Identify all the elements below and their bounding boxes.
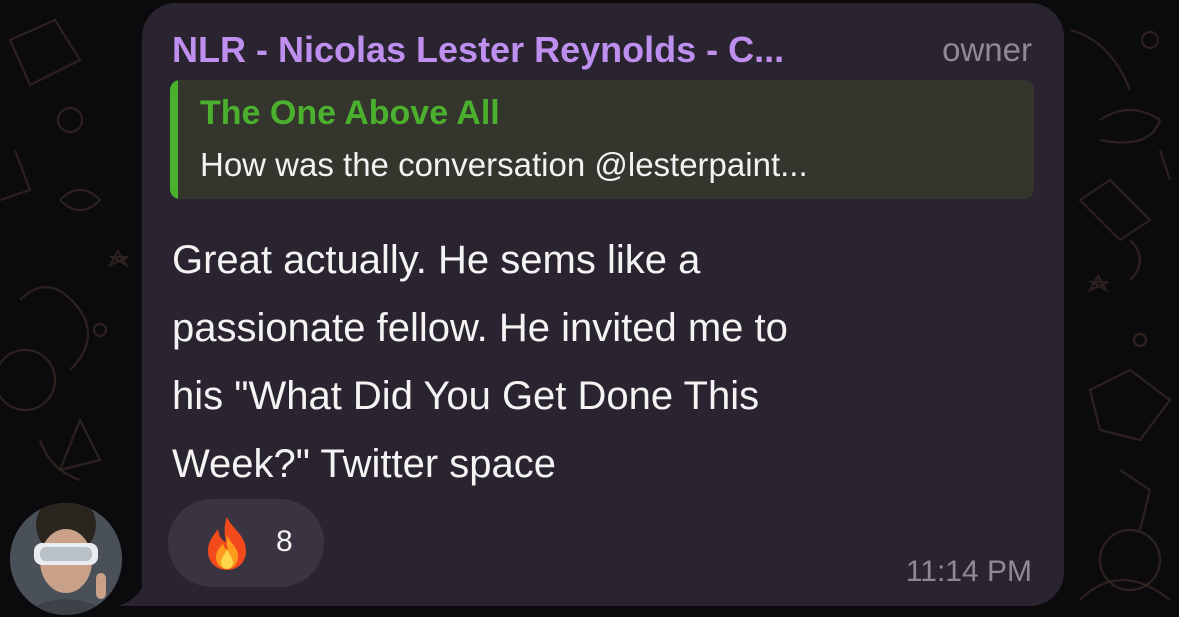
- reaction-count: 8: [276, 525, 293, 558]
- sender-avatar[interactable]: [10, 503, 122, 615]
- sender-name[interactable]: NLR - Nicolas Lester Reynolds - C...: [172, 29, 892, 71]
- message-timestamp: 11:14 PM: [905, 555, 1032, 588]
- fire-emoji-icon: [208, 517, 246, 570]
- sender-role-badge: owner: [942, 31, 1032, 68]
- avatar-image: [10, 503, 122, 615]
- message-line: Week?" Twitter space: [172, 442, 557, 486]
- message-bubble[interactable]: NLR - Nicolas Lester Reynolds - C... own…: [142, 3, 1064, 606]
- reply-snippet: How was the conversation @lesterpaint...: [200, 146, 808, 183]
- message-line: his "What Did You Get Done This: [172, 374, 760, 418]
- reply-accent-bar: [170, 80, 178, 199]
- reaction-chip[interactable]: 8: [168, 499, 324, 587]
- message-line: Great actually. He sems like a: [172, 238, 701, 282]
- reply-preview[interactable]: The One Above All How was the conversati…: [170, 80, 1034, 199]
- message-text: Great actually. He sems like a passionat…: [172, 226, 1012, 498]
- reply-author: The One Above All: [200, 94, 500, 132]
- message-line: passionate fellow. He invited me to: [172, 306, 788, 350]
